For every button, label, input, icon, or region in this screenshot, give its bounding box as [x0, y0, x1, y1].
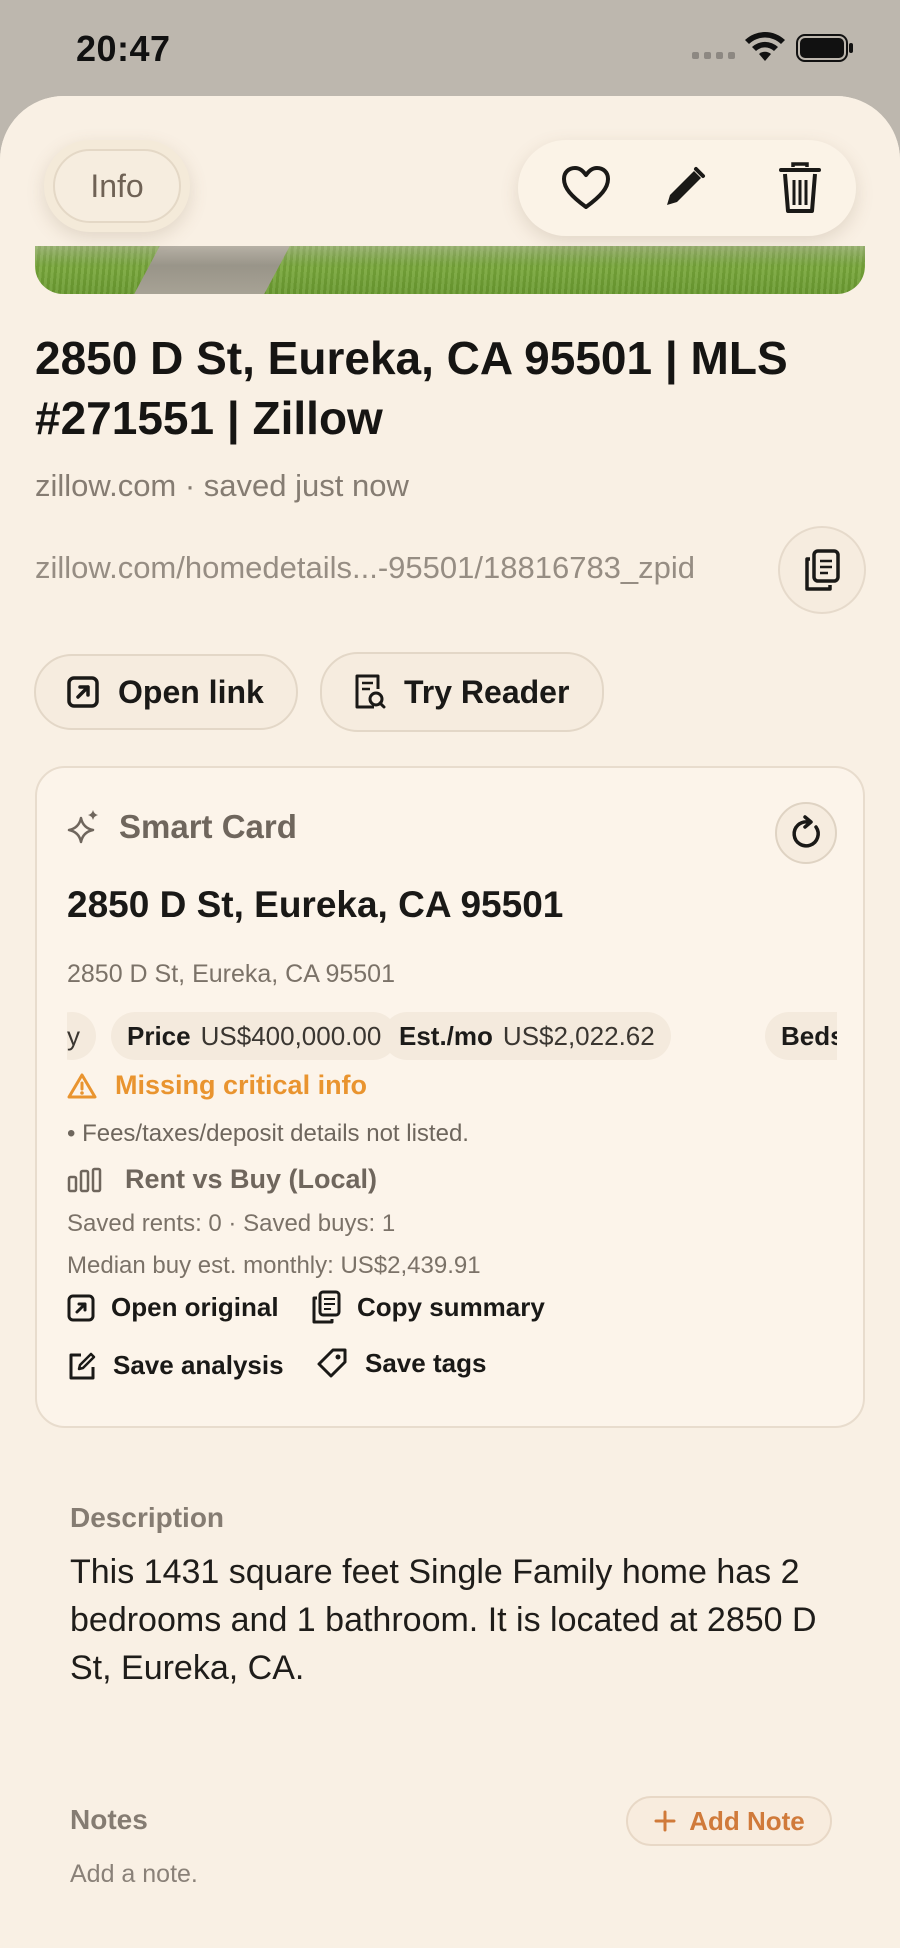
try-reader-label: Try Reader — [404, 673, 570, 710]
chip-partial: y — [67, 1012, 96, 1060]
info-label: Info — [53, 149, 181, 223]
save-tags-label: Save tags — [365, 1347, 487, 1378]
chip-beds: Beds — [765, 1012, 837, 1060]
chips-row[interactable]: y Price US$400,000.00 Est./mo US$2,022.6… — [67, 1006, 837, 1066]
description-label: Description — [70, 1502, 225, 1533]
rent-vs-buy-header: Rent vs Buy (Local) — [67, 1164, 377, 1195]
chip-price: Price US$400,000.00 — [111, 1012, 398, 1060]
median-buy-estimate: Median buy est. monthly: US$2,439.91 — [67, 1252, 481, 1279]
save-analysis-button[interactable]: Save analysis — [67, 1350, 284, 1381]
warning-icon — [67, 1073, 97, 1098]
smart-card-header: Smart Card — [67, 808, 297, 846]
pencil-icon — [667, 167, 705, 205]
description-text: This 1431 square feet Single Family home… — [70, 1553, 817, 1687]
open-link-button[interactable]: Open link — [34, 654, 298, 730]
chip-beds-label: Beds — [781, 1020, 837, 1051]
cellular-signal-icon — [692, 52, 735, 59]
open-original-label: Open original — [111, 1292, 279, 1322]
add-note-label: Add Note — [689, 1805, 805, 1836]
trash-icon — [779, 162, 821, 213]
add-note-button[interactable]: Add Note — [626, 1796, 832, 1846]
missing-info-warning: Missing critical info — [67, 1070, 367, 1101]
smart-card-title: 2850 D St, Eureka, CA 95501 — [67, 884, 564, 925]
save-analysis-label: Save analysis — [113, 1350, 284, 1380]
warning-title: Missing critical info — [115, 1070, 368, 1100]
refresh-icon — [792, 815, 820, 848]
plus-icon — [654, 1810, 676, 1832]
external-link-icon — [67, 676, 99, 708]
chip-est-monthly-label: Est./mo — [399, 1020, 493, 1051]
copy-icon — [805, 549, 840, 591]
rent-vs-buy-title: Rent vs Buy (Local) — [125, 1164, 378, 1194]
copy-url-button[interactable] — [778, 526, 866, 614]
smart-card: Smart Card 2850 D St, Eureka, CA 95501 2… — [35, 766, 865, 1428]
battery-icon — [796, 34, 853, 62]
smart-card-label: Smart Card — [119, 808, 297, 845]
detail-sheet: Info 2850 D St, Eureka, CA 95501 | MLS #… — [0, 96, 900, 1948]
phone-screen: 20:47 Info 2850 D St, Eureka, CA 95501 |… — [0, 0, 900, 1948]
chip-est-monthly-value: US$2,022.62 — [502, 1020, 655, 1051]
chip-price-label: Price — [127, 1020, 191, 1051]
heart-icon — [562, 166, 610, 209]
tag-icon — [317, 1348, 347, 1378]
copy-summary-label: Copy summary — [357, 1291, 545, 1322]
open-original-button[interactable]: Open original — [67, 1292, 279, 1323]
header-actions — [518, 140, 856, 236]
sparkles-icon — [67, 810, 98, 844]
smart-card-address: 2850 D St, Eureka, CA 95501 — [67, 960, 395, 988]
chip-est-monthly: Est./mo US$2,022.62 — [383, 1012, 671, 1060]
delete-button[interactable] — [770, 158, 830, 218]
favorite-button[interactable] — [556, 158, 616, 218]
copy-summary-button[interactable]: Copy summary — [311, 1290, 545, 1324]
external-link-icon — [67, 1294, 95, 1321]
warning-detail: • Fees/taxes/deposit details not listed. — [67, 1120, 469, 1147]
compose-icon — [69, 1352, 96, 1379]
listing-url[interactable]: zillow.com/homedetails...-95501/18816783… — [35, 550, 695, 586]
wifi-icon — [745, 31, 785, 61]
status-bar: 20:47 — [0, 0, 900, 96]
notes-label: Notes — [70, 1804, 148, 1835]
saved-counts: Saved rents: 0 · Saved buys: 1 — [67, 1210, 396, 1237]
chip-price-value: US$400,000.00 — [200, 1020, 382, 1051]
bar-chart-icon — [67, 1167, 102, 1192]
info-tab[interactable]: Info — [44, 140, 190, 232]
copy-icon — [312, 1290, 341, 1324]
listing-source: zillow.com · saved just now — [35, 468, 409, 503]
refresh-button[interactable] — [775, 802, 837, 864]
edit-button[interactable] — [654, 158, 714, 218]
try-reader-button[interactable]: Try Reader — [320, 652, 604, 732]
open-link-label: Open link — [118, 673, 264, 710]
save-tags-button[interactable]: Save tags — [315, 1346, 486, 1380]
listing-title: 2850 D St, Eureka, CA 95501 | MLS #27155… — [35, 332, 788, 444]
status-time: 20:47 — [76, 28, 171, 69]
note-placeholder: Add a note. — [70, 1860, 198, 1888]
reader-icon — [355, 674, 386, 709]
